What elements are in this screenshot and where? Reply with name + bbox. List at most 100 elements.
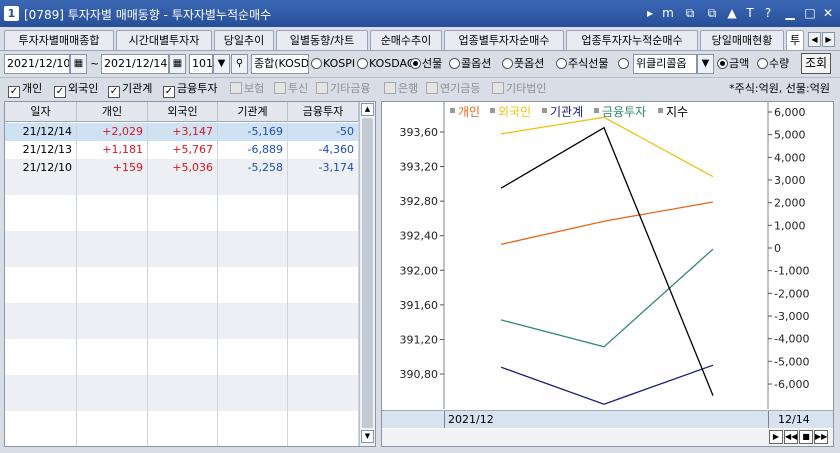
scroll-up-icon[interactable]: ▲ — [361, 103, 374, 116]
table-row[interactable] — [5, 321, 359, 339]
code-input[interactable]: 101 — [189, 54, 213, 74]
maximize-icon[interactable]: □ — [802, 5, 818, 21]
table-row[interactable] — [5, 303, 359, 321]
tab-scroll-right-icon[interactable]: ▶ — [822, 32, 835, 47]
weekly-select[interactable]: 위클리콜옵 — [633, 54, 697, 74]
tab-scroll-left-icon[interactable]: ◀ — [808, 32, 821, 47]
table-row[interactable]: 21/12/14 +2,029 +3,147 -5,169 -50 — [5, 123, 359, 141]
table-row[interactable] — [5, 267, 359, 285]
series-line-외국인 — [500, 116, 714, 178]
tab-daily-trading[interactable]: 당일매매현황 — [700, 30, 784, 50]
radio-put-option[interactable]: 풋옵션 — [502, 56, 544, 72]
calendar-icon[interactable]: ▦ — [169, 54, 186, 74]
start-date-input[interactable]: 2021/12/10 — [4, 54, 70, 74]
radio-amount[interactable]: 금액 — [717, 56, 749, 72]
market-select[interactable]: 종합(KOSD — [251, 54, 309, 74]
column-header[interactable]: 금융투자 — [288, 102, 359, 122]
legend-marker — [542, 108, 547, 113]
radio-circle — [502, 58, 513, 69]
font-icon[interactable]: T — [742, 5, 758, 21]
stop-icon[interactable]: ■ — [799, 430, 813, 444]
play-icon[interactable]: ▸ — [642, 5, 658, 21]
radio-quantity[interactable]: 수량 — [757, 56, 789, 72]
tab-daily-trend[interactable]: 당일추이 — [214, 30, 274, 50]
minimize-icon[interactable]: ▁ — [782, 5, 798, 21]
radio-kosdaq[interactable]: KOSDAQ — [357, 56, 416, 72]
help-icon[interactable]: ? — [760, 5, 776, 21]
table-row[interactable] — [5, 339, 359, 357]
table-cell — [77, 375, 148, 393]
table-row[interactable] — [5, 393, 359, 411]
checkbox-pension[interactable]: 연기금등 — [426, 81, 480, 97]
tab-daily-chart[interactable]: 일별동향/차트 — [276, 30, 368, 50]
tab-time-investor[interactable]: 시간대별투자자 — [116, 30, 212, 50]
checkbox-financial-investment[interactable]: ✓ 금융투자 — [163, 81, 217, 98]
column-header[interactable]: 기관계 — [218, 102, 288, 122]
series-line-개인 — [500, 201, 714, 246]
scroll-down-icon[interactable]: ▼ — [361, 430, 374, 443]
checkbox-bank[interactable]: 은행 — [384, 81, 418, 97]
copy-window-icon[interactable]: ⧉ — [704, 5, 720, 21]
checkbox-insurance[interactable]: 보험 — [230, 81, 264, 97]
memo-icon[interactable]: m — [660, 5, 676, 21]
tab-net-buy-trend[interactable]: 순매수추이 — [370, 30, 442, 50]
table-row[interactable] — [5, 411, 359, 429]
checkbox-other-finance[interactable]: 기타금융 — [316, 81, 370, 97]
radio-call-option[interactable]: 콜옵션 — [449, 56, 491, 72]
chevron-down-icon[interactable]: ▼ — [213, 54, 230, 74]
table-row[interactable] — [5, 357, 359, 375]
vertical-scrollbar[interactable]: ▲ ▼ — [359, 102, 375, 446]
table-row[interactable] — [5, 195, 359, 213]
scroll-right-icon[interactable]: ▶ — [769, 430, 783, 444]
chevron-down-icon[interactable]: ▼ — [697, 54, 714, 74]
radio-weekly[interactable] — [618, 56, 630, 72]
left-tick-label: 392,80 — [400, 195, 439, 208]
link-icon[interactable]: ⧉ — [682, 5, 698, 21]
close-icon[interactable]: ✕ — [820, 5, 836, 21]
table-row[interactable]: 21/12/10 +159 +5,036 -5,258 -3,174 — [5, 159, 359, 177]
pin-icon[interactable]: ▲ — [724, 5, 740, 21]
rewind-icon[interactable]: ◀◀ — [784, 430, 798, 444]
end-date-input[interactable]: 2021/12/14 — [101, 54, 169, 74]
table-cell — [77, 339, 148, 357]
table-cell — [5, 213, 77, 231]
table-cell — [148, 375, 218, 393]
table-cell — [148, 177, 218, 195]
table-row[interactable]: 21/12/13 +1,181 +5,767 -6,889 -4,360 — [5, 141, 359, 159]
table-header: 일자 개인 외국인 기관계 금융투자 — [5, 102, 359, 122]
legend-marker — [490, 108, 495, 113]
table-row[interactable] — [5, 285, 359, 303]
table-cell — [148, 339, 218, 357]
checkbox-foreign[interactable]: ✓ 외국인 — [54, 81, 98, 98]
scroll-thumb[interactable] — [362, 118, 373, 428]
checkbox-individual[interactable]: ✓ 개인 — [8, 81, 42, 98]
table-row[interactable] — [5, 429, 359, 446]
fast-forward-icon[interactable]: ▶▶ — [814, 430, 828, 444]
tab-investor-summary[interactable]: 투자자별매매종합 — [4, 30, 114, 50]
table-row[interactable] — [5, 249, 359, 267]
column-header[interactable]: 일자 — [5, 102, 77, 122]
tab-sector-cumulative[interactable]: 업종투자자누적순매수 — [566, 30, 698, 50]
table-row[interactable] — [5, 231, 359, 249]
radio-kospi[interactable]: KOSPI — [311, 56, 355, 72]
table-cell — [5, 285, 77, 303]
radio-stock-futures[interactable]: 주식선물 — [556, 56, 608, 72]
table-row[interactable] — [5, 375, 359, 393]
radio-futures[interactable]: 선물 — [410, 56, 442, 72]
search-icon[interactable]: ⚲ — [231, 54, 248, 74]
checkbox-box — [230, 82, 242, 94]
checkbox-other-corp[interactable]: 기타법인 — [492, 81, 546, 97]
column-header[interactable]: 외국인 — [148, 102, 218, 122]
checkbox-institution[interactable]: ✓ 기관계 — [108, 81, 152, 98]
table-row[interactable] — [5, 177, 359, 195]
x-end-label: 12/14 — [778, 413, 810, 426]
tab-cumulative-active[interactable]: 투 — [786, 30, 804, 50]
title-bar: 1 [0789] 투자자별 매매동향 - 투자자별누적순매수 ▸ m ⧉ ⧉ ▲… — [0, 0, 840, 27]
tab-sector-net-buy[interactable]: 업종별투자자순매수 — [444, 30, 564, 50]
checkbox-investment-trust[interactable]: 투신 — [274, 81, 308, 97]
column-header[interactable]: 개인 — [77, 102, 148, 122]
calendar-icon[interactable]: ▦ — [70, 54, 87, 74]
checkbox-box — [426, 82, 438, 94]
query-button[interactable]: 조회 — [801, 53, 831, 74]
table-row[interactable] — [5, 213, 359, 231]
